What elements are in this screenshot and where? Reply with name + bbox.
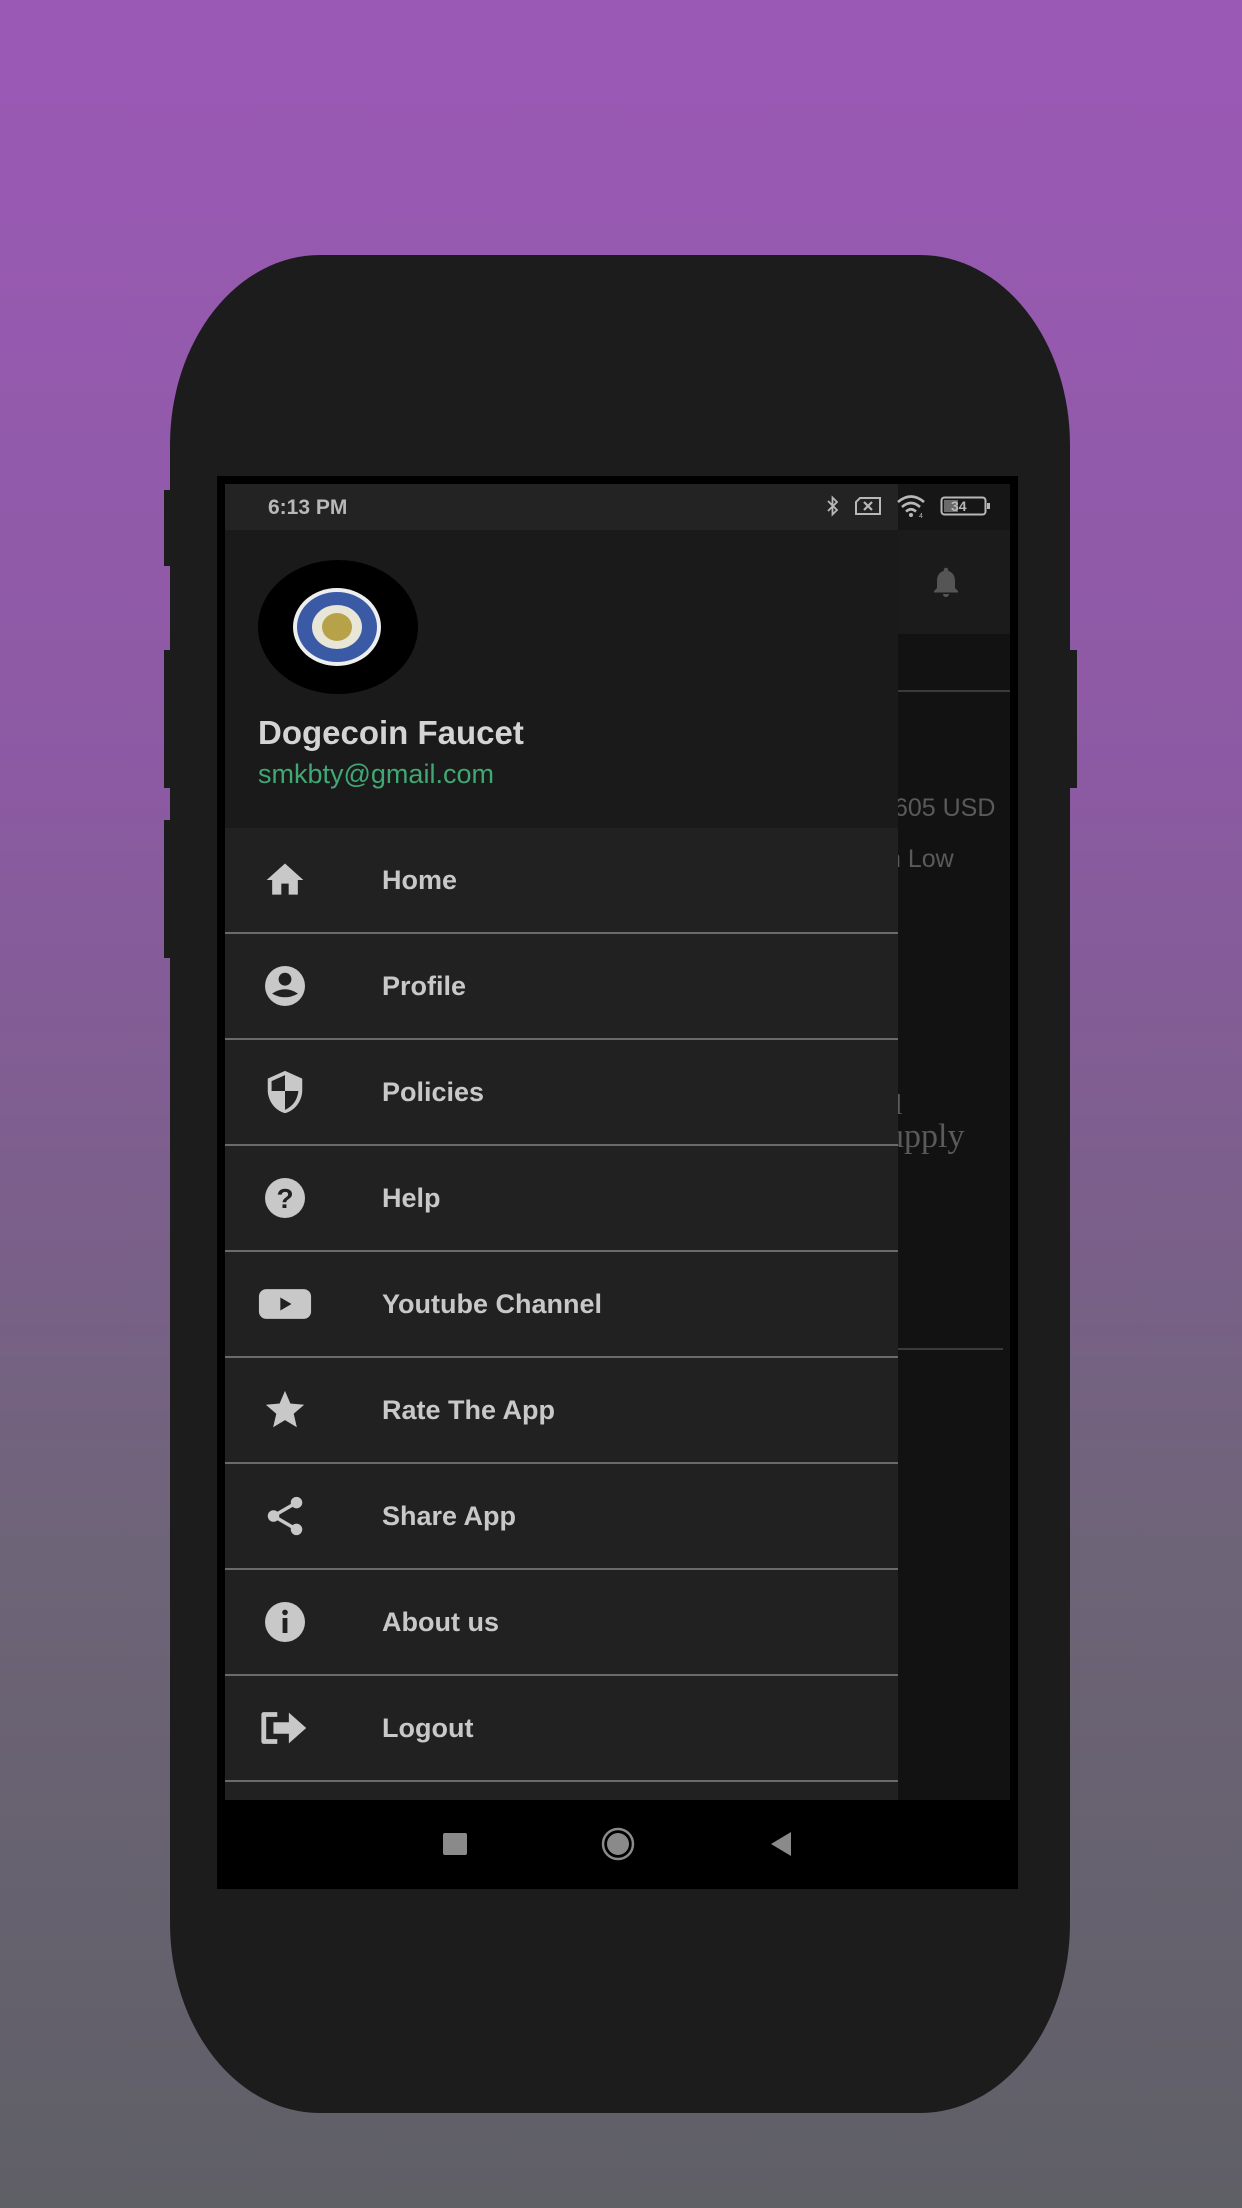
volume-down-button [164,820,172,958]
status-icons: 4 34 [826,494,992,523]
no-sim-icon [854,496,882,521]
recents-button[interactable] [443,1833,467,1855]
svg-text:?: ? [276,1183,293,1214]
background-supply-text: upply [887,1118,965,1155]
account-circle-icon [258,959,312,1013]
menu-label: Home [382,864,458,895]
menu-label: Share App [382,1500,517,1531]
youtube-icon [258,1277,312,1331]
menu-item-rate-the-app[interactable]: Rate The App [225,1358,898,1464]
menu-label: Policies [382,1076,485,1107]
user-email: smkbty@gmail.com [258,759,494,789]
menu-label: Profile [382,970,467,1001]
shield-icon [258,1065,312,1119]
user-name: Dogecoin Faucet [258,714,524,751]
background-tab-indicator [898,690,1010,692]
back-button[interactable] [770,1831,792,1857]
phone-side-button [164,490,172,566]
menu-label: About us [382,1606,499,1637]
menu-item-home[interactable]: Home [225,828,898,934]
menu-item-share-app[interactable]: Share App [225,1464,898,1570]
svg-text:4: 4 [919,513,923,518]
menu-item-youtube-channel[interactable]: Youtube Channel [225,1252,898,1358]
bell-icon[interactable] [928,562,964,602]
wifi-icon: 4 [896,494,926,523]
menu-item-help[interactable]: ? Help [225,1146,898,1252]
status-bar: 6:13 PM 4 34 [225,484,1010,530]
navigation-drawer: Dogecoin Faucet smkbty@gmail.com Home Pr… [225,530,898,1800]
menu-label: Rate The App [382,1394,556,1425]
home-button[interactable] [601,1827,635,1861]
menu-item-about-us[interactable]: About us [225,1570,898,1676]
volume-up-button [164,650,172,788]
share-icon [258,1489,312,1543]
drawer-header: Dogecoin Faucet smkbty@gmail.com [225,530,898,828]
battery-icon: 34 [940,495,992,522]
dogecoin-faucet-logo [293,588,381,666]
status-time: 6:13 PM [268,496,348,519]
screen: .605 USD h Low ll upply 6:13 PM 4 34 [225,484,1010,1800]
system-nav-bar [225,1800,1010,1889]
menu-label: Logout [382,1712,474,1743]
bluetooth-icon [826,495,840,522]
logout-icon [258,1701,312,1755]
drawer-menu: Home Profile Policies ? Help Youtube Cha… [225,828,898,1782]
home-icon [258,853,312,907]
background-card-divider [898,1348,1003,1350]
background-price-text: .605 USD [887,794,996,822]
info-icon [258,1595,312,1649]
avatar[interactable] [258,560,418,694]
menu-item-profile[interactable]: Profile [225,934,898,1040]
help-circle-icon: ? [258,1171,312,1225]
menu-label: Help [382,1182,441,1213]
menu-item-policies[interactable]: Policies [225,1040,898,1146]
battery-level: 34 [951,498,967,514]
menu-label: Youtube Channel [382,1288,602,1319]
menu-item-logout[interactable]: Logout [225,1676,898,1782]
star-icon [258,1383,312,1437]
power-button [1068,650,1077,788]
